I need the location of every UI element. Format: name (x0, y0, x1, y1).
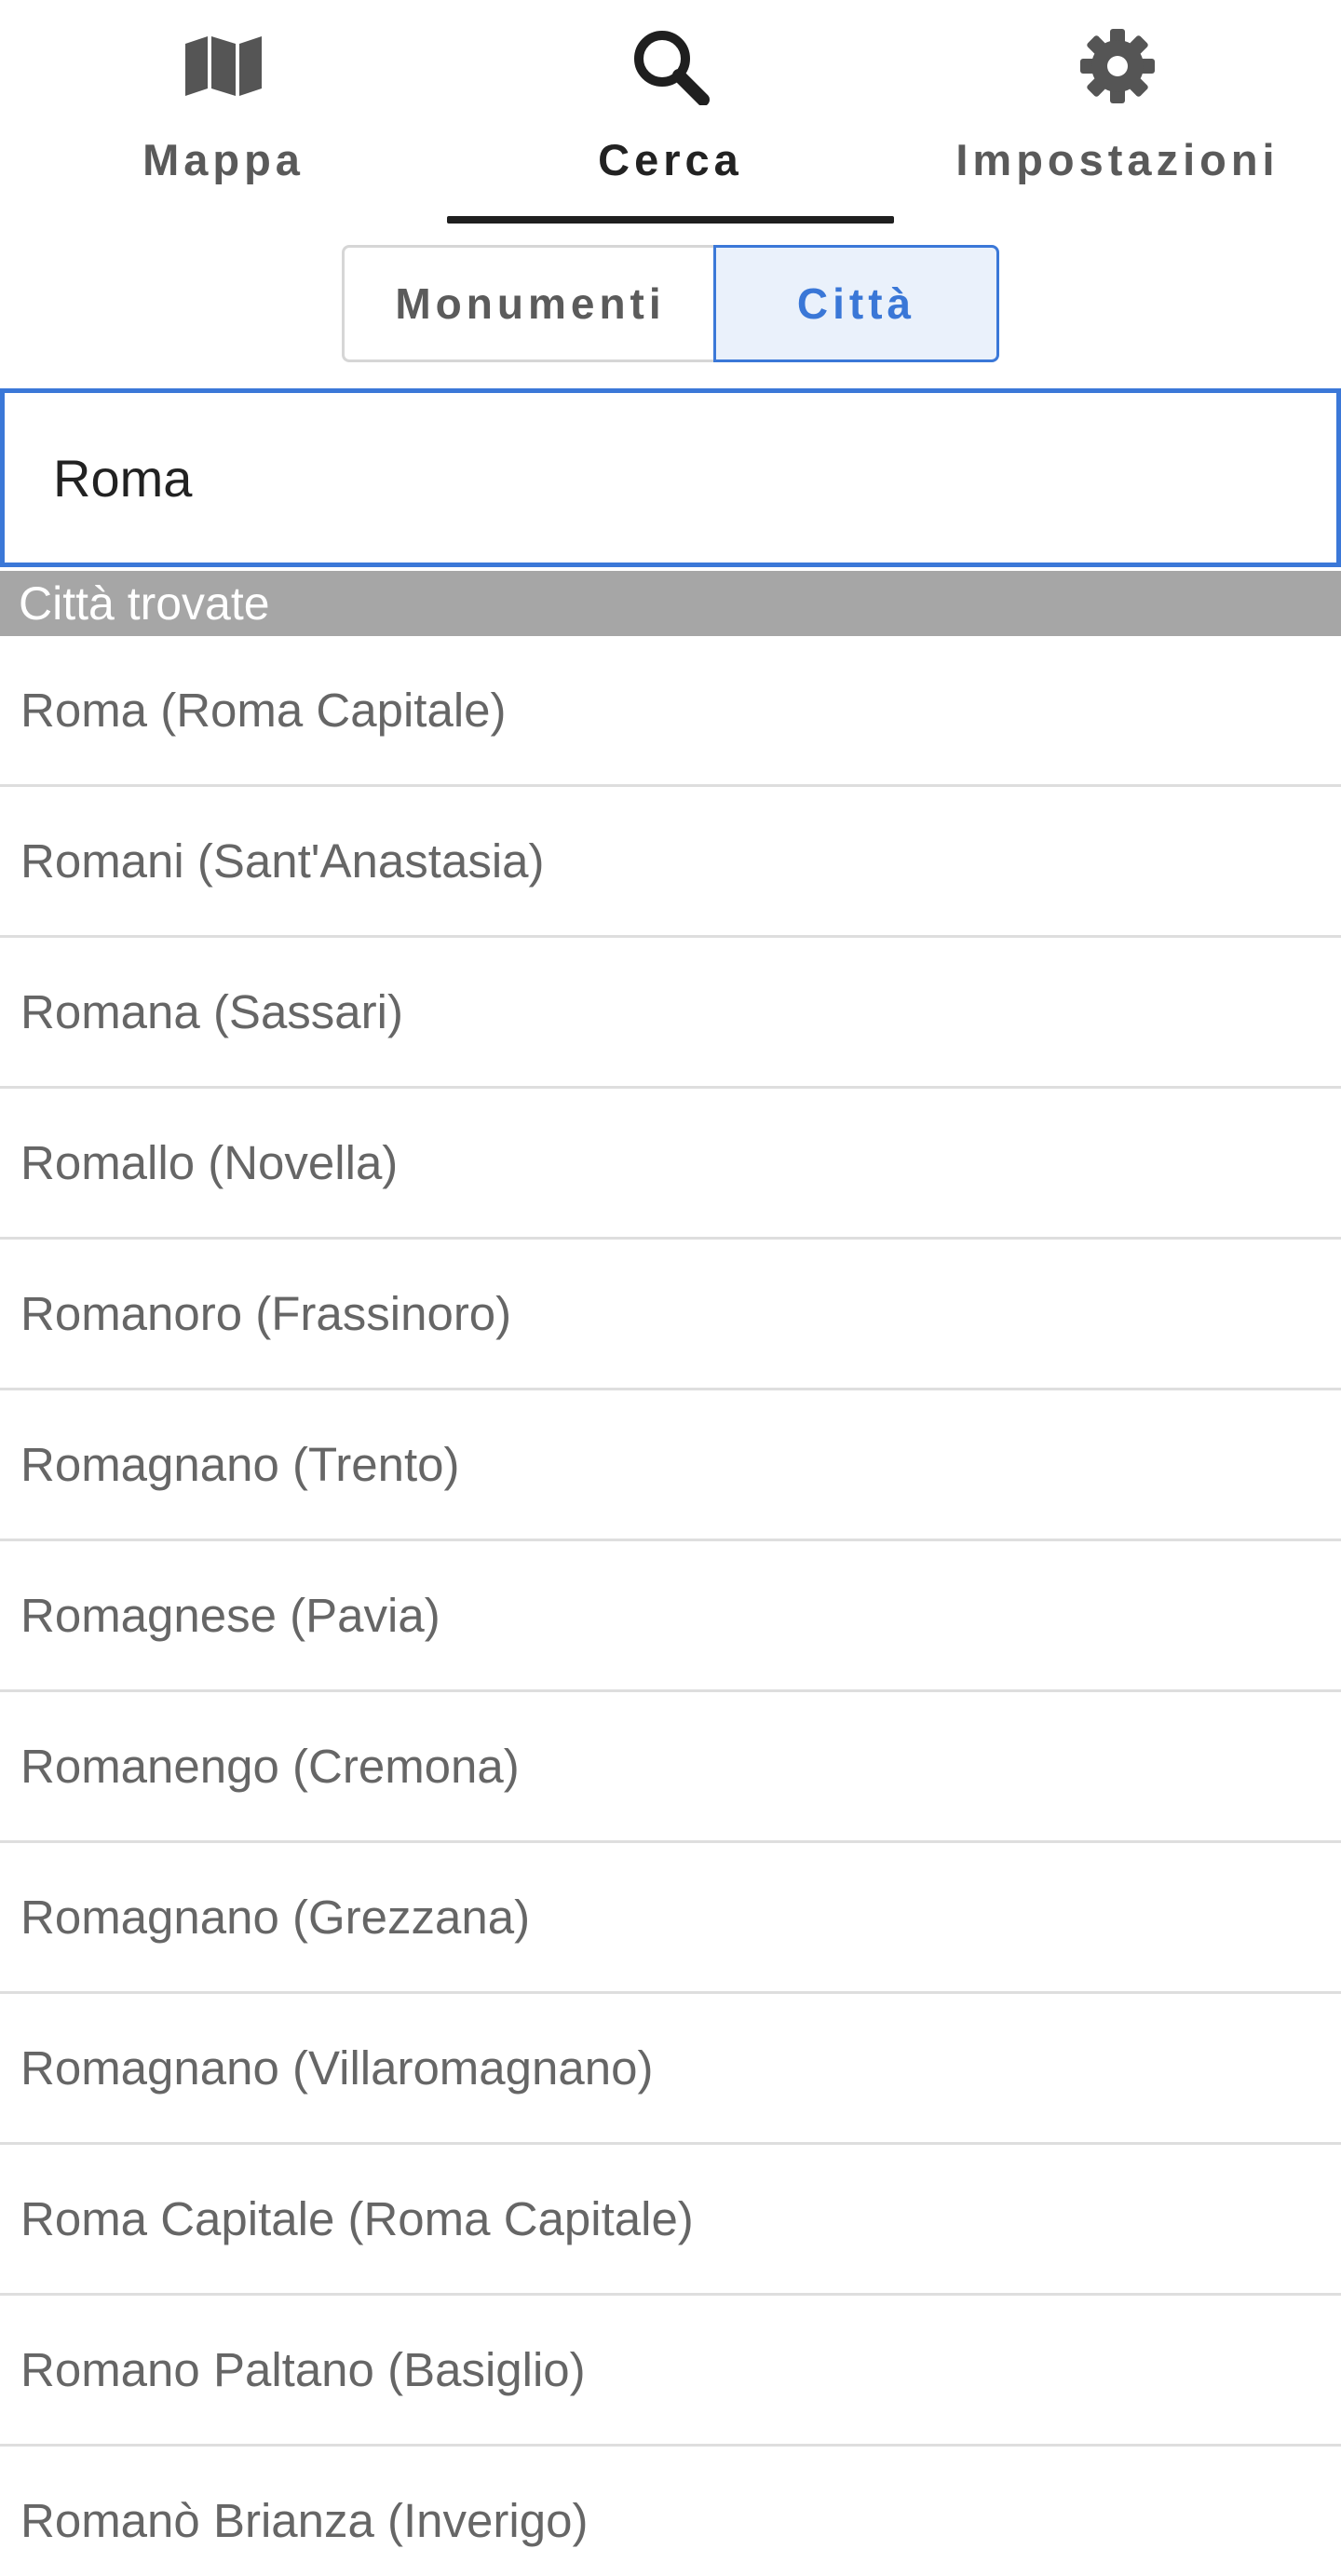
list-item[interactable]: Romagnano (Grezzana) (0, 1843, 1341, 1994)
tab-cerca[interactable]: Cerca (447, 0, 894, 225)
list-item[interactable]: Roma (Roma Capitale) (0, 636, 1341, 787)
search-icon (626, 24, 715, 108)
tab-impostazioni-label: Impostazioni (955, 135, 1280, 184)
list-item[interactable]: Romanoro (Frassinoro) (0, 1240, 1341, 1390)
results-list: Roma (Roma Capitale) Romani (Sant'Anasta… (0, 636, 1341, 2576)
list-item[interactable]: Romani (Sant'Anastasia) (0, 787, 1341, 938)
tab-cerca-label: Cerca (598, 135, 743, 184)
list-item[interactable]: Romagnese (Pavia) (0, 1541, 1341, 1692)
list-item[interactable]: Romano Paltano (Basiglio) (0, 2296, 1341, 2447)
list-item[interactable]: Roma Capitale (Roma Capitale) (0, 2145, 1341, 2296)
map-icon (179, 24, 268, 108)
app-root: Mappa Cerca Impostazioni Monumenti Città… (0, 0, 1341, 2576)
segment-citta[interactable]: Città (713, 245, 999, 362)
tab-impostazioni[interactable]: Impostazioni (894, 0, 1341, 225)
list-item[interactable]: Romagnano (Trento) (0, 1390, 1341, 1541)
active-tab-indicator (447, 216, 894, 224)
search-input[interactable] (53, 393, 1264, 563)
top-tab-bar: Mappa Cerca Impostazioni (0, 0, 1341, 225)
list-item[interactable]: Romanengo (Cremona) (0, 1692, 1341, 1843)
results-header: Città trovate (0, 571, 1341, 636)
list-item[interactable]: Romagnano (Villaromagnano) (0, 1994, 1341, 2145)
search-field (0, 388, 1341, 567)
segment-monumenti[interactable]: Monumenti (342, 245, 716, 362)
tab-mappa[interactable]: Mappa (0, 0, 447, 225)
list-item[interactable]: Romanò Brianza (Inverigo) (0, 2447, 1341, 2576)
gear-icon (1073, 24, 1162, 108)
list-item[interactable]: Romallo (Novella) (0, 1089, 1341, 1240)
search-type-toggle: Monumenti Città (342, 245, 999, 362)
tab-mappa-label: Mappa (142, 135, 305, 184)
list-item[interactable]: Romana (Sassari) (0, 938, 1341, 1089)
